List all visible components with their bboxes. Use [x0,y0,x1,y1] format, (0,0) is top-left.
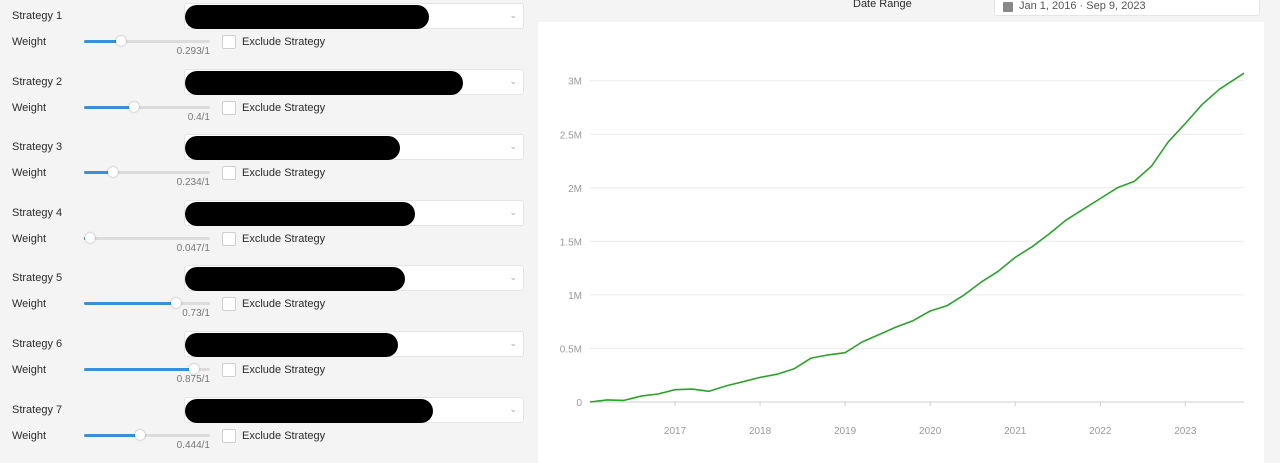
date-range-label: Date Range [853,0,912,10]
strategy-label: Strategy 4 [12,206,63,219]
strategy-label: Strategy 1 [12,10,63,22]
chevron-down-icon: ⌄ [509,272,517,283]
x-tick-label: 2022 [1089,426,1112,437]
strategy-label: Strategy 6 [12,338,63,350]
weight-value: 0.444/1 [176,439,210,451]
weight-slider-handle[interactable] [108,167,119,178]
redacted-strategy-name [185,70,463,95]
strategy-select[interactable]: ⌄ [184,134,524,161]
exclude-label: Exclude Strategy [242,167,326,180]
strategy-select[interactable]: ⌄ [184,68,524,95]
weight-slider[interactable] [84,232,210,243]
weight-value: 0.875/1 [176,374,210,385]
weight-slider-fill [84,105,135,109]
weight-slider[interactable] [84,36,210,46]
weight-slider-handle[interactable] [84,232,95,243]
x-tick-label: 2018 [749,426,772,437]
weight-slider[interactable] [84,298,210,309]
weight-slider-fill [84,433,140,437]
weight-slider-handle[interactable] [170,298,181,309]
exclude-checkbox[interactable] [222,35,236,49]
weight-slider-handle[interactable] [134,429,145,440]
x-tick-label: 2017 [664,426,687,437]
weight-label: Weight [12,298,47,311]
redacted-strategy-name [185,201,415,226]
chevron-down-icon: ⌄ [509,338,517,348]
exclude-label: Exclude Strategy [242,36,326,48]
exclude-label: Exclude Strategy [242,101,326,114]
weight-label: Weight [12,167,47,180]
weight-slider[interactable] [84,101,210,112]
exclude-checkbox[interactable] [222,100,236,115]
y-tick-label: 0.5M [560,344,582,355]
x-tick-label: 2021 [1004,426,1027,437]
exclude-label: Exclude Strategy [242,429,326,442]
weight-slider-handle[interactable] [129,101,140,112]
equity-chart: 0 0.5M 1M 1.5M 2M 2.5M 3M 2017 2018 2019 2020 2021 2… [538,22,1264,463]
strategy-select[interactable]: ⌄ [184,396,524,423]
strategy-panel: Strategy 1 ⌄ Weight 0.293/1 Exclude Strategy… [0,0,530,463]
exclude-checkbox[interactable] [222,363,236,377]
calendar-icon [1003,2,1013,12]
equity-line [589,72,1245,403]
exclude-checkbox[interactable] [222,297,236,312]
weight-slider-fill [84,302,176,306]
redacted-strategy-name [185,267,405,292]
y-tick-label: 2.5M [560,130,582,141]
strategy-label: Strategy 3 [12,141,63,154]
redacted-strategy-name [185,5,429,29]
strategy-select[interactable]: ⌄ [184,331,524,357]
weight-slider-fill [84,368,195,371]
weight-value: 0.234/1 [176,177,210,189]
strategy-select[interactable]: ⌄ [184,3,524,29]
weight-label: Weight [12,364,47,376]
exclude-checkbox[interactable] [222,428,236,443]
equity-chart-svg: 0 0.5M 1M 1.5M 2M 2.5M 3M 2017 2018 2019 2020 2021 2… [560,72,1245,437]
exclude-checkbox[interactable] [222,166,236,181]
strategy-select[interactable]: ⌄ [184,265,524,292]
chevron-down-icon: ⌄ [509,403,517,414]
chevron-down-icon: ⌄ [509,75,517,86]
date-range-picker[interactable]: Jan 1, 2016 · Sep 9, 2023 [994,0,1260,16]
weight-value: 0.047/1 [176,242,210,254]
y-tick-label: 0 [576,398,582,409]
weight-slider[interactable] [84,167,210,178]
exclude-label: Exclude Strategy [242,298,326,311]
y-tick-label: 1M [568,291,582,302]
weight-value: 0.293/1 [176,46,210,57]
weight-label: Weight [12,101,47,114]
weight-slider-handle[interactable] [189,364,200,374]
chevron-down-icon: ⌄ [509,10,517,20]
weight-value: 0.4/1 [187,111,210,123]
exclude-label: Exclude Strategy [242,364,326,376]
x-tick-label: 2023 [1174,426,1197,437]
exclude-label: Exclude Strategy [242,232,326,245]
y-tick-label: 3M [568,77,582,88]
weight-slider-handle[interactable] [115,36,126,46]
redacted-strategy-name [185,136,400,161]
exclude-checkbox[interactable] [222,231,236,246]
date-range-value: Jan 1, 2016 · Sep 9, 2023 [1019,0,1146,12]
weight-slider[interactable] [84,364,210,374]
redacted-strategy-name [185,398,433,423]
y-tick-label: 2M [568,184,582,195]
strategy-label: Strategy 2 [12,75,63,88]
weight-label: Weight [12,429,47,442]
weight-label: Weight [12,36,47,48]
strategy-select[interactable]: ⌄ [184,199,524,226]
redacted-strategy-name [185,333,398,357]
x-tick-label: 2019 [834,426,857,437]
weight-slider[interactable] [84,429,210,440]
chevron-down-icon: ⌄ [509,206,517,217]
chevron-down-icon: ⌄ [509,141,517,152]
weight-value: 0.73/1 [182,308,210,320]
weight-label: Weight [12,232,47,245]
x-tick-label: 2020 [919,426,942,437]
strategy-label: Strategy 7 [12,403,63,416]
strategy-label: Strategy 5 [12,272,63,285]
y-tick-label: 1.5M [560,237,582,248]
